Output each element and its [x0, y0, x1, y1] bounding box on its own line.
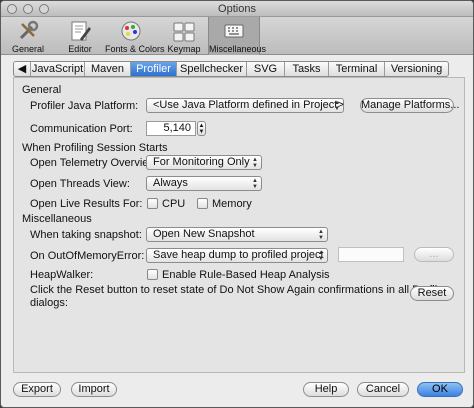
- cancel-button[interactable]: Cancel: [357, 382, 409, 397]
- miscellaneous-icon: [224, 24, 244, 38]
- oom-select-value: Save heap dump to profiled project: [153, 249, 324, 261]
- snapshot-select-value: Open New Snapshot: [153, 228, 255, 240]
- general-heading: General: [22, 84, 62, 96]
- toolbar-item-miscellaneous[interactable]: Miscellaneous: [208, 17, 267, 55]
- toolbar-label: Keymap: [167, 44, 201, 54]
- zoom-window-icon[interactable]: [39, 4, 49, 14]
- tab-tasks[interactable]: Tasks: [284, 62, 328, 76]
- tab-scroll-left[interactable]: ◀: [14, 62, 30, 76]
- platform-select-value: <Use Java Platform defined in Project>: [153, 99, 344, 111]
- editor-icon: [71, 21, 91, 41]
- fonts-colors-icon: [121, 21, 141, 41]
- cpu-checkbox[interactable]: [147, 198, 158, 209]
- memory-checkbox[interactable]: [197, 198, 208, 209]
- platform-label: Profiler Java Platform:: [30, 100, 139, 112]
- tab-javascript[interactable]: JavaScript: [30, 62, 84, 76]
- reset-description-continued: dialogs:: [30, 297, 68, 309]
- toolbar-label: Fonts & Colors: [105, 44, 165, 54]
- import-button[interactable]: Import: [71, 382, 117, 397]
- snapshot-select[interactable]: Open New Snapshot ▲ ▼: [146, 227, 328, 242]
- close-window-icon[interactable]: [7, 4, 17, 14]
- threads-label: Open Threads View:: [30, 178, 130, 190]
- snapshot-label: When taking snapshot:: [30, 229, 142, 241]
- port-label: Communication Port:: [30, 123, 133, 135]
- select-arrows-icon: ▲ ▼: [318, 250, 324, 262]
- cpu-label: CPU: [162, 198, 186, 210]
- tab-maven[interactable]: Maven: [84, 62, 130, 76]
- general-icon: [19, 20, 39, 40]
- tab-terminal[interactable]: Terminal: [328, 62, 384, 76]
- category-toolbar: General Editor Fonts & Colors Keymap Mis…: [1, 17, 473, 55]
- telemetry-label: Open Telemetry Overview:: [30, 157, 160, 169]
- misc-heading: Miscellaneous: [22, 213, 92, 225]
- heapwalker-label: HeapWalker:: [30, 269, 94, 281]
- help-button[interactable]: Help: [303, 382, 349, 397]
- platform-select[interactable]: <Use Java Platform defined in Project> ▲…: [146, 98, 344, 113]
- keymap-icon: [173, 22, 195, 42]
- session-heading: When Profiling Session Starts: [22, 142, 168, 154]
- title-bar: Options: [1, 1, 473, 17]
- heap-dump-path-field: [338, 247, 404, 262]
- tab-versioning[interactable]: Versioning: [384, 62, 448, 76]
- browse-button[interactable]: ...: [414, 247, 454, 262]
- select-arrows-icon: ▲ ▼: [252, 178, 258, 190]
- tab-profiler[interactable]: Profiler: [130, 62, 176, 76]
- port-field[interactable]: 5,140: [146, 121, 196, 136]
- memory-label: Memory: [212, 198, 252, 210]
- export-button[interactable]: Export: [13, 382, 61, 397]
- heap-analysis-label: Enable Rule-Based Heap Analysis: [162, 269, 330, 281]
- toolbar-label: General: [11, 44, 45, 54]
- profiler-settings-panel: General Profiler Java Platform: <Use Jav…: [13, 77, 465, 373]
- options-tab-bar: ◀ JavaScript Maven Profiler Spellchecker…: [13, 61, 449, 77]
- toolbar-item-fonts-colors[interactable]: Fonts & Colors: [105, 17, 165, 55]
- oom-label: On OutOfMemoryError:: [30, 250, 145, 262]
- window-title: Options: [218, 3, 256, 15]
- telemetry-select[interactable]: For Monitoring Only ▲ ▼: [146, 155, 262, 170]
- threads-select-value: Always: [153, 177, 188, 189]
- select-arrows-icon: ▲ ▼: [334, 100, 340, 112]
- toolbar-label: Miscellaneous: [209, 44, 267, 54]
- reset-button[interactable]: Reset: [410, 286, 454, 301]
- select-arrows-icon: ▲ ▼: [252, 157, 258, 169]
- threads-select[interactable]: Always ▲ ▼: [146, 176, 262, 191]
- select-arrows-icon: ▲ ▼: [318, 229, 324, 241]
- ok-button[interactable]: OK: [417, 382, 463, 397]
- options-window: Options General Editor Fonts & Colors Ke…: [0, 0, 474, 408]
- minimize-window-icon[interactable]: [23, 4, 33, 14]
- toolbar-item-editor[interactable]: Editor: [61, 17, 99, 55]
- toolbar-item-keymap[interactable]: Keymap: [165, 17, 203, 55]
- tab-spellchecker[interactable]: Spellchecker: [176, 62, 246, 76]
- toolbar-item-general[interactable]: General: [9, 17, 47, 55]
- oom-select[interactable]: Save heap dump to profiled project ▲ ▼: [146, 248, 328, 263]
- live-results-label: Open Live Results For:: [30, 198, 143, 210]
- toolbar-label: Editor: [68, 44, 92, 54]
- manage-platforms-button[interactable]: Manage Platforms...: [360, 98, 459, 113]
- reset-description: Click the Reset button to reset state of…: [30, 284, 447, 296]
- port-stepper[interactable]: ▲ ▼: [197, 121, 206, 136]
- telemetry-select-value: For Monitoring Only: [153, 156, 250, 168]
- heap-analysis-checkbox[interactable]: [147, 269, 158, 280]
- tab-svg[interactable]: SVG: [246, 62, 284, 76]
